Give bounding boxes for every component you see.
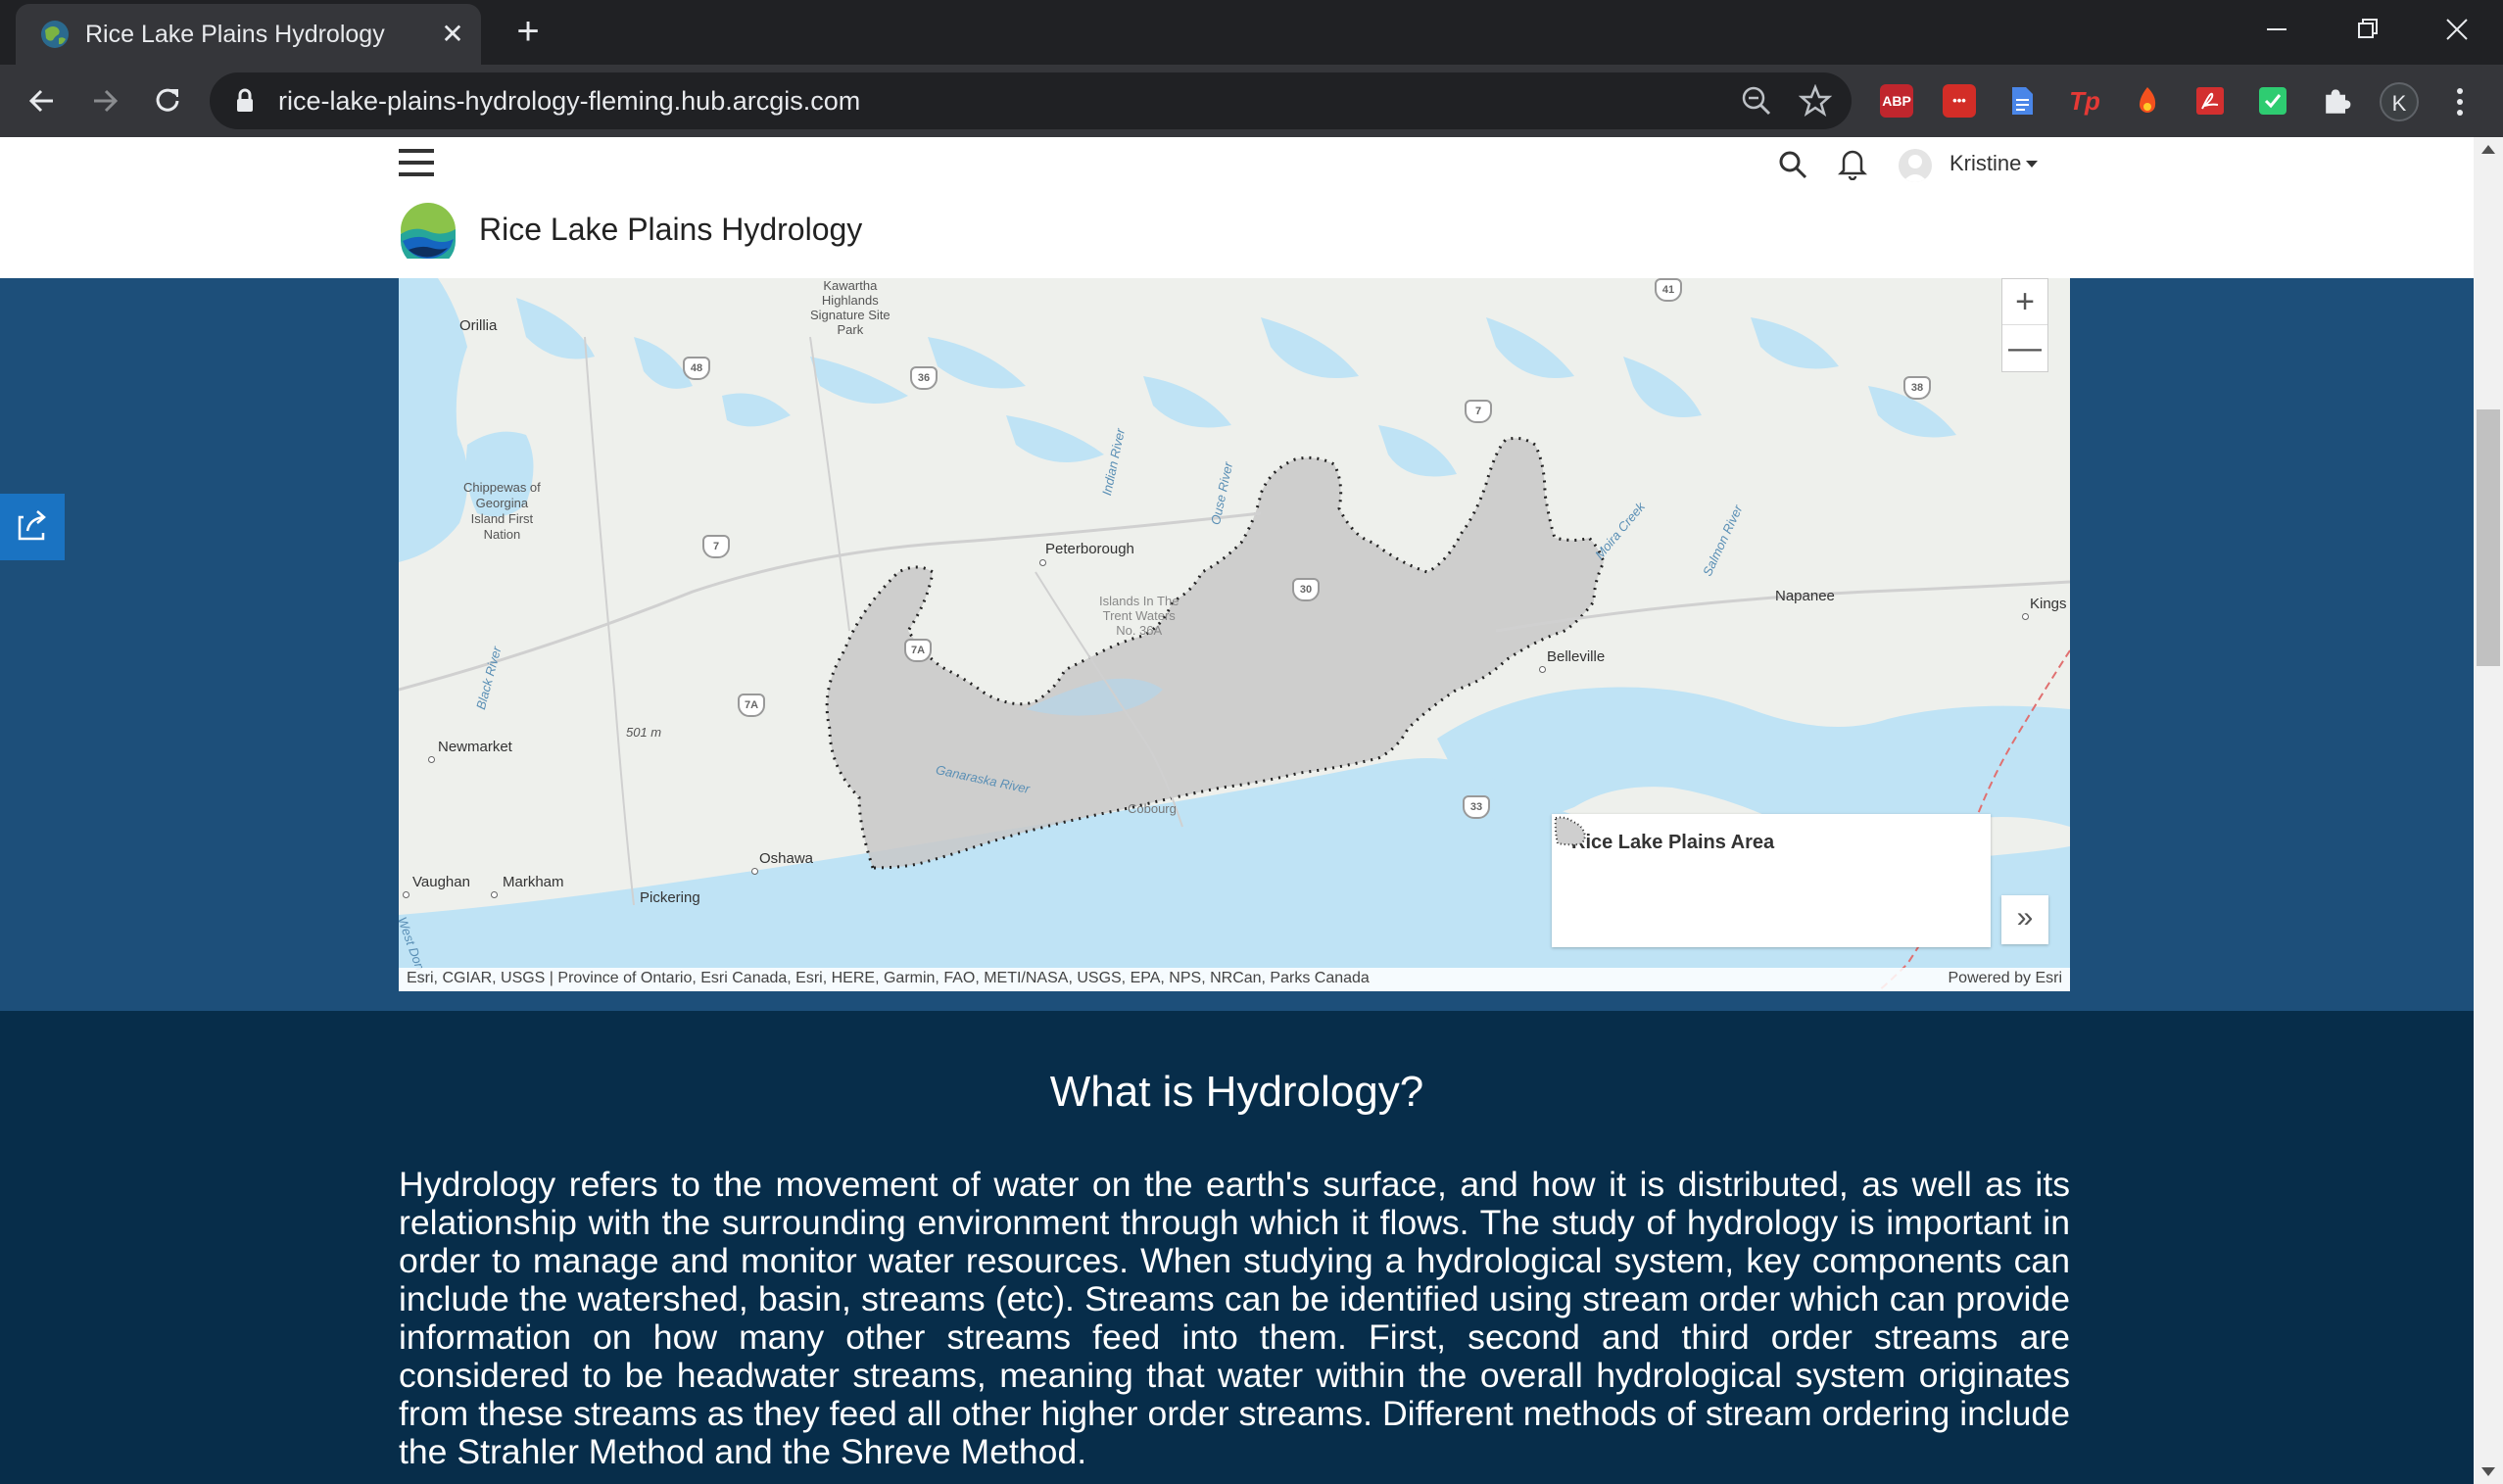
back-arrow-icon[interactable] [24,82,61,120]
map-label-vaughan: Vaughan [412,874,470,890]
user-name[interactable]: Kristine [1949,151,2021,176]
puzzle-extensions-icon[interactable] [2319,84,2352,118]
close-window-icon[interactable] [2433,10,2480,49]
city-dot [1039,559,1046,566]
map-label-peterborough: Peterborough [1045,541,1134,557]
city-dot [491,891,498,898]
hydrology-section: What is Hydrology? Hydrology refers to t… [0,1011,2474,1484]
powered-by-esri[interactable]: Powered by Esri [1949,970,2063,987]
bookmark-star-icon[interactable] [1799,84,1832,118]
tp-extension-icon[interactable]: Tp [2068,84,2101,118]
map-legend: Rice Lake Plains Area [1552,814,1991,947]
map-label-cobourg: Cobourg [1128,801,1177,816]
url-text: rice-lake-plains-hydrology-fleming.hub.a… [278,86,861,116]
adblock-extension-icon[interactable]: ABP [1880,84,1913,118]
site-title[interactable]: Rice Lake Plains Hydrology [479,212,862,248]
site-logo [401,203,456,259]
tab-close-icon[interactable]: ✕ [436,18,469,51]
scrollbar-thumb[interactable] [2477,409,2500,666]
highway-shield: 30 [1292,578,1320,601]
browser-tab-bar: Rice Lake Plains Hydrology ✕ + [0,0,2503,65]
map-label-elevation: 501 m [626,725,662,740]
map-attribution: Esri, CGIAR, USGS | Province of Ontario,… [399,968,2070,991]
docs-extension-icon[interactable] [2005,84,2039,118]
pdf-extension-icon[interactable] [2193,84,2227,118]
restore-icon[interactable] [2343,10,2390,49]
reload-icon[interactable] [149,82,186,120]
zoom-in-button[interactable]: + [2002,279,2047,325]
page-viewport: Kristine Rice Lake Plains Hydrology Kawa… [0,137,2474,1484]
city-dot [428,756,435,763]
section-heading: What is Hydrology? [1049,1068,1424,1116]
share-button[interactable] [0,494,65,560]
map-label-kingston: Kings [2030,596,2067,612]
notification-bell-icon[interactable] [1838,147,1867,180]
fire-extension-icon[interactable] [2131,84,2164,118]
map-label-kawartha: Kawartha Highlands Signature Site Park [810,278,890,337]
legend-toggle-button[interactable]: » [2001,895,2048,944]
highway-shield: 36 [910,366,938,390]
highway-shield: 41 [1655,278,1682,302]
kebab-menu-icon[interactable] [2445,82,2475,121]
scroll-up-arrow-icon[interactable] [2481,145,2495,154]
zoom-out-button[interactable]: — [2002,326,2047,372]
highway-shield: 7 [1465,400,1492,423]
map-label-islands: Islands In The Trent Waters No. 36A [1099,594,1179,638]
new-tab-icon[interactable]: + [507,12,549,53]
zoom-out-icon[interactable] [1740,84,1773,118]
share-icon [18,510,46,541]
legend-polygon-swatch-icon [1554,816,1587,846]
scroll-down-arrow-icon[interactable] [2481,1467,2495,1476]
page-scrollbar[interactable] [2474,137,2503,1484]
minimize-icon[interactable] [2253,10,2300,49]
site-header: Kristine Rice Lake Plains Hydrology [0,137,2474,278]
zoom-control: + — [2001,278,2048,372]
browser-toolbar: rice-lake-plains-hydrology-fleming.hub.a… [0,65,2503,137]
highway-shield: 7A [738,694,765,717]
highway-shield: 38 [1903,376,1931,400]
section-body-text: Hydrology refers to the movement of wate… [399,1165,2070,1471]
highway-shield: 7 [702,535,730,558]
highway-shield: 33 [1463,795,1490,819]
highway-shield: 7A [904,639,932,662]
map-label-oshawa: Oshawa [759,850,814,867]
user-avatar[interactable] [1899,149,1932,182]
city-dot [751,868,758,875]
highway-shield: 48 [683,357,710,380]
profile-avatar[interactable]: K [2380,82,2419,121]
attribution-text[interactable]: Esri, CGIAR, USGS | Province of Ontario,… [407,970,1370,987]
map-label-newmarket: Newmarket [438,739,512,755]
lock-icon [237,88,253,112]
user-dropdown-caret-icon[interactable] [2026,161,2038,168]
map-label-belleville: Belleville [1547,648,1606,665]
map-label-pickering: Pickering [640,889,700,906]
user-silhouette-icon [1902,155,1928,182]
city-dot [2022,613,2029,620]
grammar-extension-icon[interactable] [2256,84,2289,118]
map-label-chippewas: Chippewas of Georgina Island First Natio… [463,480,541,542]
address-bar[interactable]: rice-lake-plains-hydrology-fleming.hub.a… [210,72,1852,129]
map-label-markham: Markham [503,874,564,890]
legend-title: Rice Lake Plains Area [1571,832,1775,853]
map-label-orillia: Orillia [459,317,498,334]
city-dot [403,891,409,898]
tab-title: Rice Lake Plains Hydrology [85,21,385,48]
search-icon[interactable] [1777,149,1808,180]
map-view[interactable]: Kawartha Highlands Signature Site Park O… [399,278,2070,991]
hamburger-menu-icon[interactable] [399,149,434,182]
globe-favicon-icon [41,21,69,48]
city-dot [1539,666,1546,673]
forward-arrow-icon[interactable] [86,82,123,120]
map-label-napanee: Napanee [1775,588,1835,604]
browser-tab[interactable]: Rice Lake Plains Hydrology ✕ [16,4,481,65]
lastpass-extension-icon[interactable]: ••• [1943,84,1976,118]
